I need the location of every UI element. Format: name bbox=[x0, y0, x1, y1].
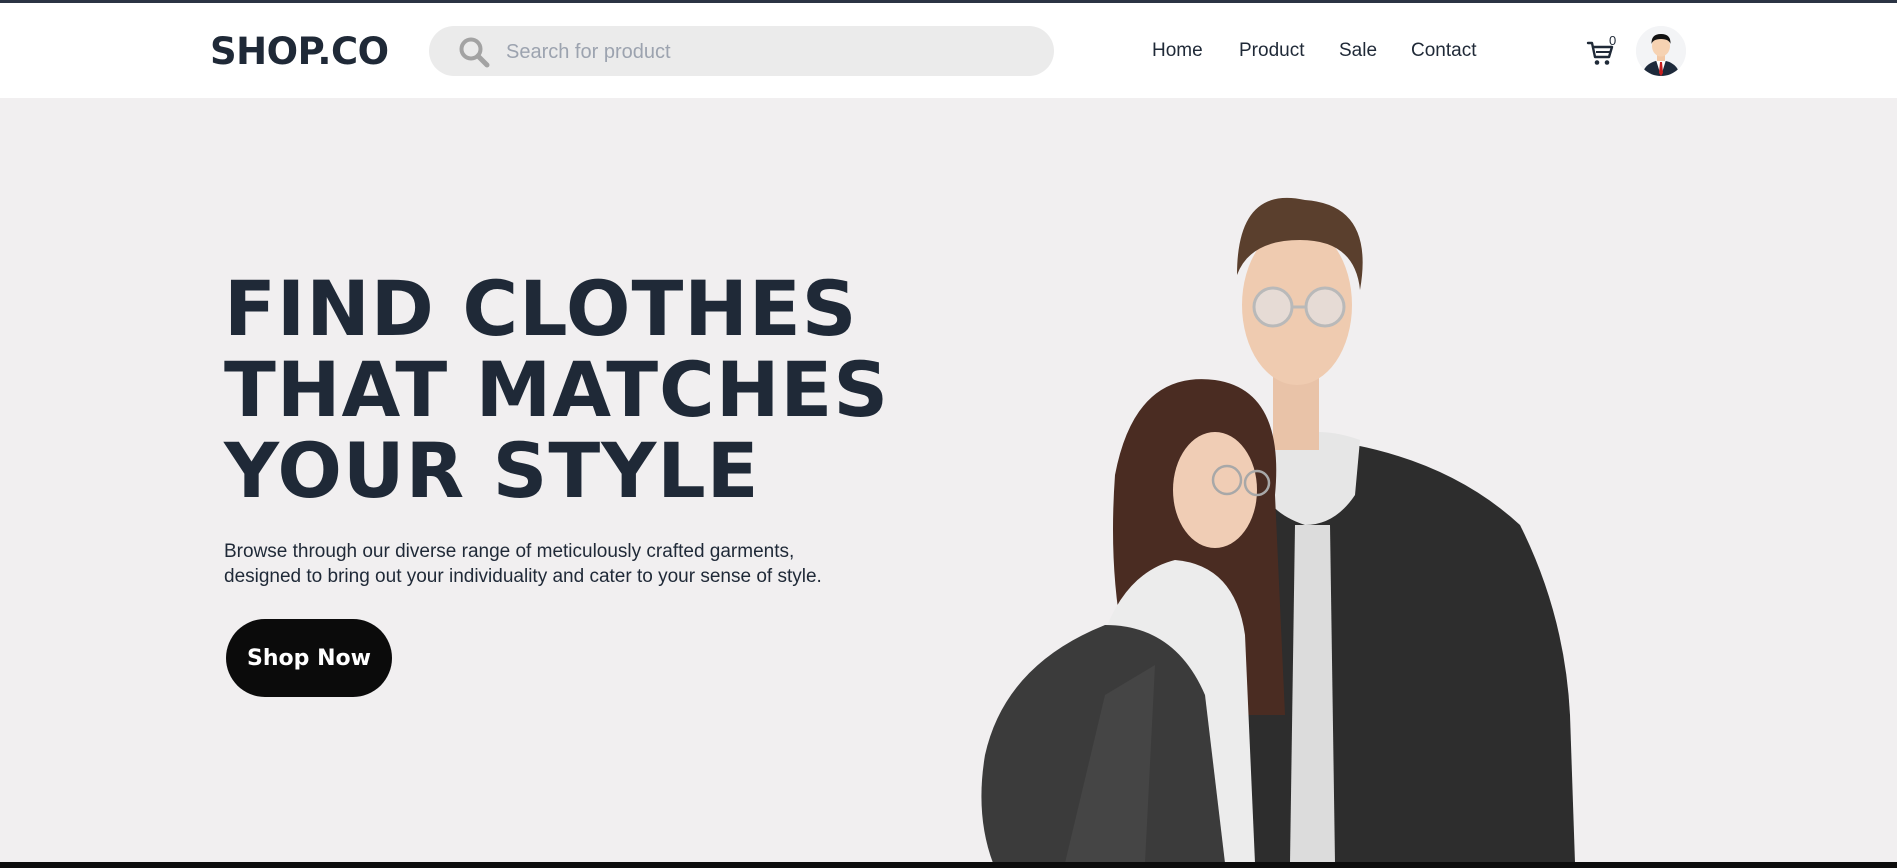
hero-models-image bbox=[981, 197, 1575, 863]
hero-title-line: YOUR STYLE bbox=[224, 426, 760, 515]
search-bar[interactable] bbox=[429, 26, 1054, 78]
bottom-border bbox=[0, 862, 1897, 868]
hero-title: FIND CLOTHES THAT MATCHES YOUR STYLE bbox=[224, 268, 889, 511]
hero-description: Browse through our diverse range of meti… bbox=[224, 539, 904, 589]
nav-sale[interactable]: Sale bbox=[1339, 40, 1377, 62]
hero-title-line: THAT MATCHES bbox=[224, 345, 890, 434]
nav-home[interactable]: Home bbox=[1152, 40, 1203, 62]
hero-title-line: FIND CLOTHES bbox=[224, 264, 858, 353]
nav-product[interactable]: Product bbox=[1239, 40, 1304, 62]
site-logo[interactable]: SHOP.CO bbox=[210, 30, 389, 73]
hero-description-line: designed to bring out your individuality… bbox=[224, 566, 822, 587]
user-avatar[interactable] bbox=[1636, 26, 1686, 76]
nav-contact[interactable]: Contact bbox=[1411, 40, 1476, 62]
search-input[interactable] bbox=[504, 26, 1028, 78]
hero-description-line: Browse through our diverse range of meti… bbox=[224, 541, 795, 562]
search-icon[interactable] bbox=[458, 36, 490, 68]
avatar-image bbox=[1636, 26, 1686, 76]
shop-now-button[interactable]: Shop Now bbox=[226, 619, 392, 697]
site-header: SHOP.CO Home Product Sale Contact 0 bbox=[0, 3, 1897, 98]
cart-count-badge: 0 bbox=[1609, 33, 1617, 48]
